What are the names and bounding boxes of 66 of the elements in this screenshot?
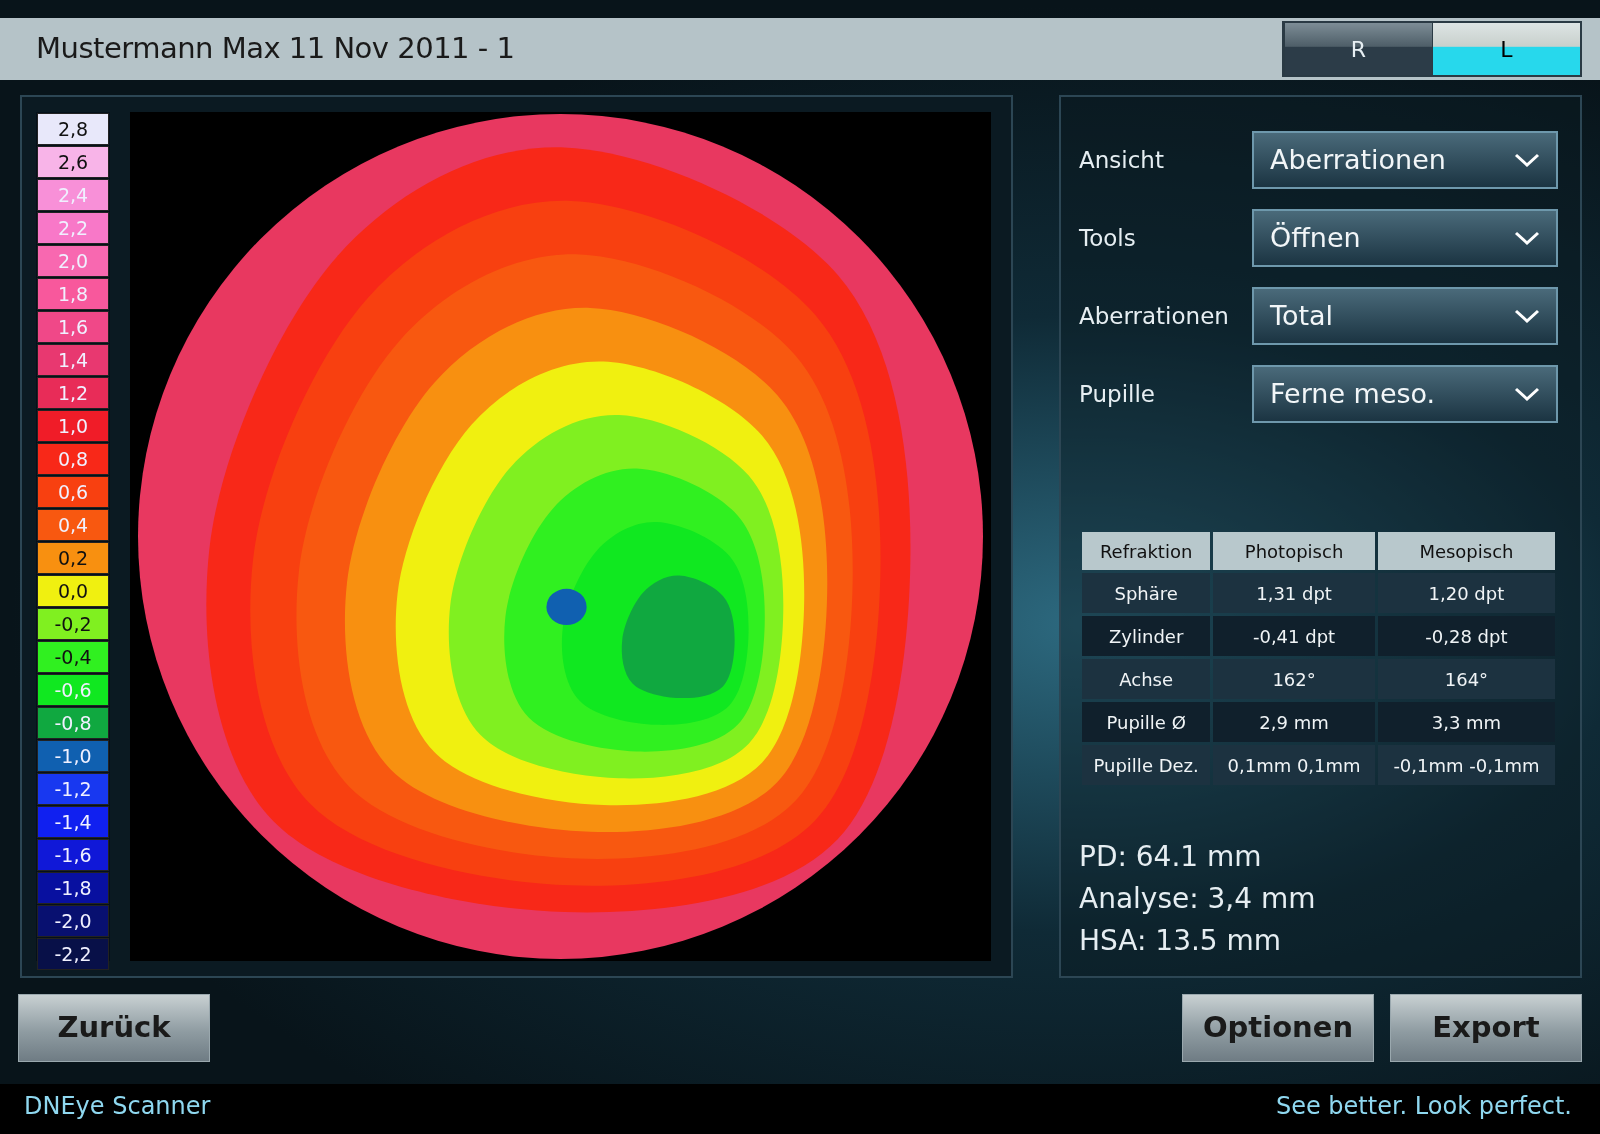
scale-swatch: 2,2 xyxy=(37,212,109,244)
product-name: DNEye Scanner xyxy=(24,1091,211,1122)
scale-swatch: 0,2 xyxy=(37,542,109,574)
scale-swatch: 1,8 xyxy=(37,278,109,310)
table-cell: 1,20 dpt xyxy=(1377,573,1555,613)
dropdown[interactable]: Ferne meso. xyxy=(1252,365,1558,423)
back-button[interactable]: Zurück xyxy=(18,994,210,1062)
scale-swatch: -0,2 xyxy=(37,608,109,640)
slogan: See better. Look perfect. xyxy=(1275,1091,1572,1122)
summary-line: PD: 64.1 mm xyxy=(1079,839,1263,875)
scale-swatch: 2,6 xyxy=(37,146,109,178)
chevron-down-icon xyxy=(1514,309,1540,323)
summary-line: Analyse: 3,4 mm xyxy=(1079,881,1317,917)
scale-swatch: 0,8 xyxy=(37,443,109,475)
table-cell: -0,28 dpt xyxy=(1377,616,1555,656)
action-button[interactable]: Export xyxy=(1390,994,1582,1062)
table-cell: Pupille Ø xyxy=(1082,702,1211,742)
scale-swatch: -1,6 xyxy=(37,839,109,871)
dropdown[interactable]: Öffnen xyxy=(1252,209,1558,267)
table-cell: 164° xyxy=(1377,659,1555,699)
dropdown[interactable]: Aberrationen xyxy=(1252,131,1558,189)
scale-swatch: -0,6 xyxy=(37,674,109,706)
scale-swatch: -1,2 xyxy=(37,773,109,805)
scale-swatch: -0,8 xyxy=(37,707,109,739)
setting-label: Aberrationen xyxy=(1079,301,1229,331)
scale-swatch: -2,0 xyxy=(37,905,109,937)
table-cell: 0,1mm 0,1mm xyxy=(1213,745,1375,785)
chevron-down-icon xyxy=(1514,231,1540,245)
table-cell: Pupille Dez. xyxy=(1082,745,1211,785)
window-title: Mustermann Max 11 Nov 2011 - 1 xyxy=(36,30,515,68)
table-cell: Achse xyxy=(1082,659,1211,699)
chevron-down-icon xyxy=(1514,387,1540,401)
scale-swatch: -1,8 xyxy=(37,872,109,904)
table-cell: -0,41 dpt xyxy=(1213,616,1375,656)
scale-swatch: -1,4 xyxy=(37,806,109,838)
eye-tab[interactable]: R xyxy=(1284,23,1432,75)
column-header: Refraktion xyxy=(1082,532,1211,570)
table-cell: Zylinder xyxy=(1082,616,1211,656)
scale-swatch: 0,6 xyxy=(37,476,109,508)
summary-line: HSA: 13.5 mm xyxy=(1079,923,1283,959)
chevron-down-icon xyxy=(1514,153,1540,167)
action-button[interactable]: Optionen xyxy=(1182,994,1374,1062)
scale-swatch: 1,4 xyxy=(37,344,109,376)
table-cell: -0,1mm -0,1mm xyxy=(1377,745,1555,785)
scale-swatch: 1,6 xyxy=(37,311,109,343)
scale-swatch: 0,4 xyxy=(37,509,109,541)
column-header: Photopisch xyxy=(1213,532,1375,570)
table-cell: 162° xyxy=(1213,659,1375,699)
scale-swatch: 1,0 xyxy=(37,410,109,442)
table-cell: Sphäre xyxy=(1082,573,1211,613)
setting-label: Tools xyxy=(1079,223,1136,253)
scale-swatch: -2,2 xyxy=(37,938,109,970)
scale-swatch: -0,4 xyxy=(37,641,109,673)
table-cell: 1,31 dpt xyxy=(1213,573,1375,613)
dropdown[interactable]: Total xyxy=(1252,287,1558,345)
scale-swatch: 0,0 xyxy=(37,575,109,607)
scale-swatch: -1,0 xyxy=(37,740,109,772)
scale-swatch: 2,4 xyxy=(37,179,109,211)
setting-label: Pupille xyxy=(1079,379,1155,409)
table-cell: 3,3 mm xyxy=(1377,702,1555,742)
setting-label: Ansicht xyxy=(1079,145,1164,175)
scale-swatch: 2,0 xyxy=(37,245,109,277)
column-header: Mesopisch xyxy=(1377,532,1555,570)
scale-swatch: 1,2 xyxy=(37,377,109,409)
scale-swatch: 2,8 xyxy=(37,113,109,145)
table-cell: 2,9 mm xyxy=(1213,702,1375,742)
